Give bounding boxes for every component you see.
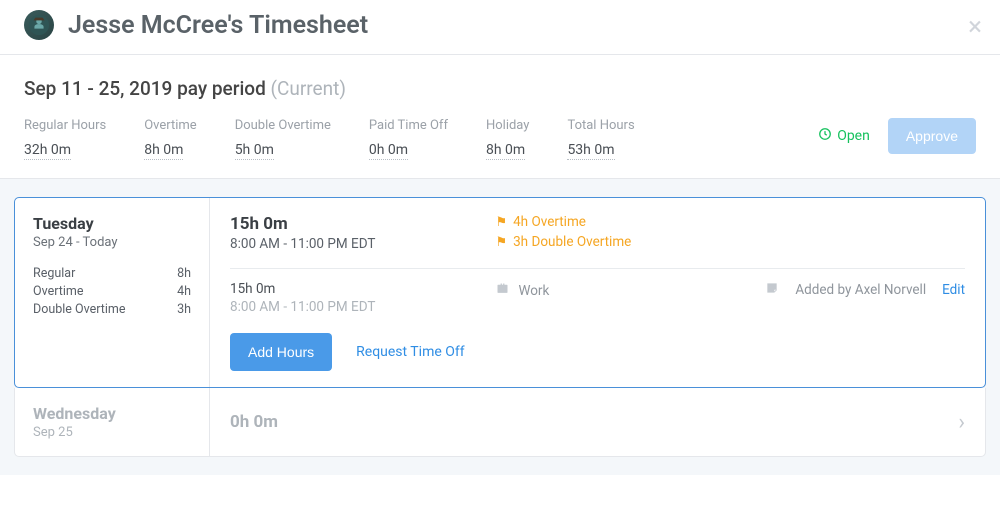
request-time-off-link[interactable]: Request Time Off: [356, 344, 464, 360]
breakdown-label: Regular: [33, 266, 75, 281]
day-card-tuesday: Tuesday Sep 24 - Today Regular 8h Overti…: [14, 197, 986, 388]
day-name: Tuesday: [33, 214, 191, 233]
breakdown-label: Overtime: [33, 284, 83, 299]
overtime-flags: ⚑ 4h Overtime ⚑ 3h Double Overtime: [495, 214, 631, 254]
body-area: Tuesday Sep 24 - Today Regular 8h Overti…: [0, 179, 1000, 475]
day-time-range: 8:00 AM - 11:00 PM EDT: [230, 236, 375, 252]
day-hours-summary: 15h 0m 8:00 AM - 11:00 PM EDT: [230, 214, 375, 254]
stat-label: Double Overtime: [235, 118, 331, 133]
flag-icon: ⚑: [495, 215, 507, 230]
divider: [230, 268, 965, 269]
pay-period-text: Sep 11 - 25, 2019 pay period: [24, 77, 266, 100]
flag-icon: ⚑: [495, 235, 507, 250]
breakdown-value: 4h: [177, 284, 191, 299]
stat-total: Total Hours 53h 0m: [567, 118, 634, 160]
note-icon: [765, 281, 779, 299]
day-date: Sep 24 - Today: [33, 235, 191, 250]
stat-label: Total Hours: [567, 118, 634, 133]
breakdown-label: Double Overtime: [33, 302, 125, 317]
flag-double-overtime: ⚑ 3h Double Overtime: [495, 234, 631, 250]
chevron-right-icon[interactable]: ›: [958, 410, 965, 435]
day-right: 15h 0m 8:00 AM - 11:00 PM EDT ⚑ 4h Overt…: [210, 198, 985, 387]
stat-label: Regular Hours: [24, 118, 106, 133]
entry-time-range: 8:00 AM - 11:00 PM EDT: [230, 299, 375, 315]
stat-label: Overtime: [144, 118, 196, 133]
summary-section: Sep 11 - 25, 2019 pay period (Current) R…: [0, 55, 1000, 179]
day-left: Wednesday Sep 25: [15, 388, 210, 456]
pay-period: Sep 11 - 25, 2019 pay period (Current): [24, 77, 976, 100]
stat-value: 0h 0m: [369, 142, 408, 160]
clock-icon: [818, 127, 832, 145]
entry-added-by: Added by Axel Norvell: [795, 282, 926, 298]
time-entry-row: 15h 0m 8:00 AM - 11:00 PM EDT Work Added…: [230, 281, 965, 315]
stat-overtime: Overtime 8h 0m: [144, 118, 196, 160]
breakdown-value: 8h: [177, 266, 191, 281]
entry-hours-value: 15h 0m: [230, 281, 375, 297]
pay-period-current: (Current): [271, 77, 346, 100]
day-right: 0h 0m ›: [210, 394, 985, 451]
breakdown-regular: Regular 8h: [33, 266, 191, 281]
add-hours-button[interactable]: Add Hours: [230, 333, 332, 371]
stat-value: 53h 0m: [567, 142, 614, 160]
day-card-wednesday[interactable]: Wednesday Sep 25 0h 0m ›: [14, 388, 986, 457]
entry-work-label: Work: [518, 283, 549, 299]
stat-value: 5h 0m: [235, 142, 274, 160]
breakdown-overtime: Overtime 4h: [33, 284, 191, 299]
breakdown-double-overtime: Double Overtime 3h: [33, 302, 191, 317]
stat-value: 8h 0m: [486, 142, 525, 160]
page-title: Jesse McCree's Timesheet: [68, 11, 368, 40]
day-left: Tuesday Sep 24 - Today Regular 8h Overti…: [15, 198, 210, 387]
stat-regular: Regular Hours 32h 0m: [24, 118, 106, 160]
flag-overtime: ⚑ 4h Overtime: [495, 214, 631, 230]
day-total-hours: 15h 0m: [230, 214, 375, 234]
stat-label: Paid Time Off: [369, 118, 448, 133]
stat-holiday: Holiday 8h 0m: [486, 118, 529, 160]
close-icon[interactable]: ×: [968, 14, 982, 40]
edit-link[interactable]: Edit: [942, 282, 965, 298]
stat-pto: Paid Time Off 0h 0m: [369, 118, 448, 160]
status-label: Open: [837, 128, 870, 144]
stat-value: 8h 0m: [144, 142, 183, 160]
approve-button[interactable]: Approve: [888, 118, 976, 154]
avatar: [24, 10, 54, 40]
day-total-hours: 0h 0m: [230, 412, 278, 432]
stat-value: 32h 0m: [24, 142, 71, 160]
day-date: Sep 25: [33, 425, 191, 440]
briefcase-icon: [495, 281, 510, 300]
flag-text: 3h Double Overtime: [513, 234, 631, 250]
entry-work: Work: [495, 281, 549, 300]
day-name: Wednesday: [33, 404, 191, 423]
flag-text: 4h Overtime: [513, 214, 586, 230]
stat-double-overtime: Double Overtime 5h 0m: [235, 118, 331, 160]
status-open: Open: [818, 127, 870, 145]
stat-label: Holiday: [486, 118, 529, 133]
breakdown-value: 3h: [177, 302, 191, 317]
entry-hours: 15h 0m 8:00 AM - 11:00 PM EDT: [230, 281, 375, 315]
header: Jesse McCree's Timesheet ×: [0, 0, 1000, 55]
